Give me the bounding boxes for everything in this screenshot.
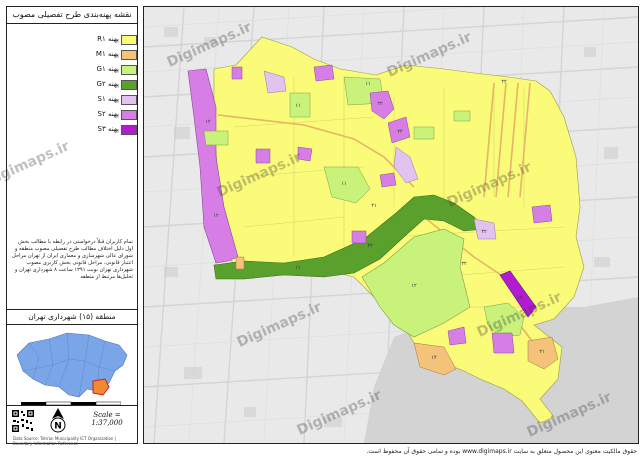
scale-label: Scale = 1:37,000 xyxy=(91,411,123,427)
svg-text:N: N xyxy=(54,422,62,432)
copyright-footer: حقوق مالکیت معنوی این محصول متعلق به سای… xyxy=(366,448,637,455)
zone-label-s3: ۱۲ xyxy=(517,295,523,301)
zone-label-g1c: ۱۱ xyxy=(341,181,346,187)
zone-label-s2d: ۲۲ xyxy=(377,101,383,107)
legend-swatch-s1 xyxy=(121,95,137,105)
zone-label-r1: ۲۲ xyxy=(501,79,507,85)
zone-label-s2: ۱۲ xyxy=(213,213,219,219)
qr-code xyxy=(11,409,35,433)
legend-item-g1: پهنه G۱ xyxy=(7,63,137,75)
zone-label-g1: ۱۱ xyxy=(365,81,370,87)
zone-g1-west xyxy=(203,130,229,146)
legend-item-s2: پهنه S۲ xyxy=(7,108,137,120)
legend-label-s3: پهنه S۳ xyxy=(97,125,119,133)
legend-label-g1: پهنه G۱ xyxy=(96,65,119,73)
zone-label-r1d: ۲۱ xyxy=(371,203,376,209)
zone-label-g2: ۱۱ xyxy=(295,265,300,271)
north-arrow-icon: N xyxy=(50,408,66,433)
legend-item-r1: پهنه R۱ xyxy=(7,33,137,45)
zone-label-s2b: ۱۲ xyxy=(205,119,211,125)
legend-swatch-s3 xyxy=(121,125,137,135)
legend-label-m1: پهنه M۱ xyxy=(95,50,119,58)
legend-swatch-g2 xyxy=(121,80,137,90)
zone-label-r1b: ۲۲ xyxy=(461,261,467,267)
legend-item-s3: پهنه S۳ xyxy=(7,123,137,135)
zone-label-s1: ۲۲ xyxy=(481,229,487,235)
region-title: منطقه (۱۵) شهرداری تهران xyxy=(7,309,137,325)
legend-swatch-g1 xyxy=(121,65,137,75)
legend-label-g2: پهنه G۲ xyxy=(96,80,119,88)
map-area: ۲۲ ۱۱ ۱۲ ۱۲ ۱۱ ۱۴ ۲۱ ۱۲ ۲۲ ۲۲ ۱۱ ۱۱ ۱۲ ۲… xyxy=(143,6,639,444)
legend-swatch-r1 xyxy=(121,35,137,45)
legend-label-s2: پهنه S۲ xyxy=(97,110,119,118)
legend-label-s1: پهنه S۱ xyxy=(97,95,119,103)
scale-bar xyxy=(21,401,121,406)
source-credit: Data Source: Tehran Municipality ICT Org… xyxy=(13,436,117,446)
map-sheet: نقشه پهنه‌بندی طرح تفصیلی مصوب پهنه R۱ پ… xyxy=(0,0,643,461)
legend-note: تمام کاربران قبلاً درخواستی در رابطه با … xyxy=(12,239,133,280)
zone-label-m1b: ۲۱ xyxy=(539,349,544,355)
zone-label-g1d: ۱۲ xyxy=(411,283,417,289)
zone-label-s2c: ۲۴ xyxy=(397,129,403,135)
legend-swatch-s2 xyxy=(121,110,137,120)
legend-item-s1: پهنه S۱ xyxy=(7,93,137,105)
tehran-inset-map xyxy=(9,325,133,405)
zone-g1-small xyxy=(413,126,435,140)
legend-item-m1: پهنه M۱ xyxy=(7,48,137,60)
zone-label-r1c: ۲۲ xyxy=(367,243,373,249)
zone-label-g1b: ۱۱ xyxy=(295,103,300,109)
zone-g1-small2 xyxy=(453,110,471,122)
zone-label-m1: ۱۴ xyxy=(431,355,437,361)
legend-item-g2: پهنه G۲ xyxy=(7,78,137,90)
legend-swatch-m1 xyxy=(121,50,137,60)
legend-label-r1: پهنه R۱ xyxy=(97,35,119,43)
legend-panel: نقشه پهنه‌بندی طرح تفصیلی مصوب پهنه R۱ پ… xyxy=(6,6,138,446)
legend-title: نقشه پهنه‌بندی طرح تفصیلی مصوب xyxy=(7,7,137,24)
